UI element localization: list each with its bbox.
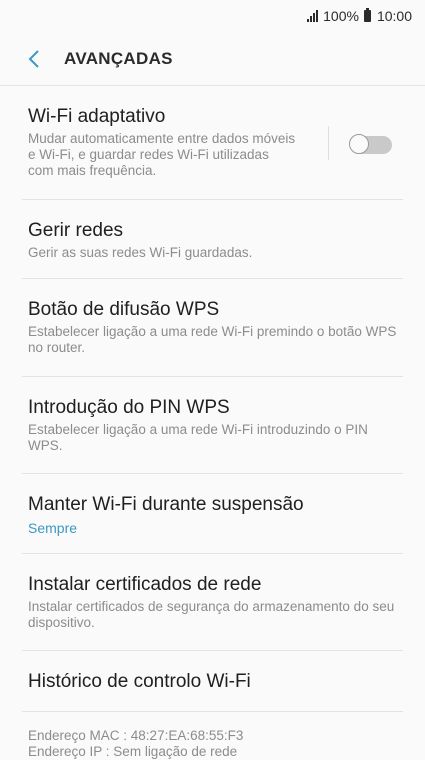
toggle-thumb [349, 134, 369, 154]
setting-title: Instalar certificados de rede [28, 574, 262, 595]
setting-title: Introdução do PIN WPS [28, 397, 230, 418]
setting-wifi-adaptive[interactable]: Wi-Fi adaptativo Mudar automaticamente e… [0, 86, 425, 200]
setting-description: Estabelecer ligação a uma rede Wi-Fi int… [28, 422, 368, 453]
app-header: AVANÇADAS [0, 32, 425, 86]
setting-title: Gerir redes [28, 220, 124, 241]
chevron-left-icon [28, 49, 39, 68]
settings-list: Wi-Fi adaptativo Mudar automaticamente e… [0, 86, 425, 712]
setting-description: Mudar automaticamente entre dados móveis… [28, 131, 296, 178]
page-title: AVANÇADAS [64, 48, 173, 68]
setting-description: Gerir as suas redes Wi-Fi guardadas. [28, 245, 253, 260]
setting-value: Sempre [28, 520, 78, 536]
back-button[interactable] [22, 44, 46, 74]
setting-description: Instalar certificados de segurança do ar… [28, 599, 395, 630]
setting-manage-networks[interactable]: Gerir redes Gerir as suas redes Wi-Fi gu… [0, 200, 425, 279]
setting-title: Manter Wi-Fi durante suspensão [28, 494, 304, 515]
clock: 10:00 [376, 8, 412, 24]
setting-wps-pin[interactable]: Introdução do PIN WPS Estabelecer ligaçã… [0, 377, 425, 474]
divider [22, 711, 403, 712]
setting-keep-wifi[interactable]: Manter Wi-Fi durante suspensão Sempre [0, 474, 425, 554]
network-info: Endereço MAC : 48:27:EA:68:55:F3 Endereç… [28, 728, 243, 760]
setting-title: Wi-Fi adaptativo [28, 106, 166, 127]
setting-install-certificates[interactable]: Instalar certificados de rede Instalar c… [0, 554, 425, 651]
battery-percent: 100% [323, 8, 359, 24]
setting-title: Histórico de controlo Wi-Fi [28, 671, 251, 692]
signal-icon [307, 10, 319, 22]
toggle-separator [328, 126, 329, 160]
mac-address: Endereço MAC : 48:27:EA:68:55:F3 [28, 728, 244, 743]
battery-icon [363, 8, 371, 22]
setting-description: Estabelecer ligação a uma rede Wi-Fi pre… [28, 324, 397, 355]
wifi-adaptive-toggle[interactable] [349, 134, 393, 156]
setting-wifi-history[interactable]: Histórico de controlo Wi-Fi [0, 651, 425, 712]
status-bar: 100% 10:00 [0, 0, 425, 32]
setting-title: Botão de difusão WPS [28, 299, 220, 320]
setting-wps-button[interactable]: Botão de difusão WPS Estabelecer ligação… [0, 279, 425, 377]
ip-address: Endereço IP : Sem ligação de rede [28, 744, 238, 759]
